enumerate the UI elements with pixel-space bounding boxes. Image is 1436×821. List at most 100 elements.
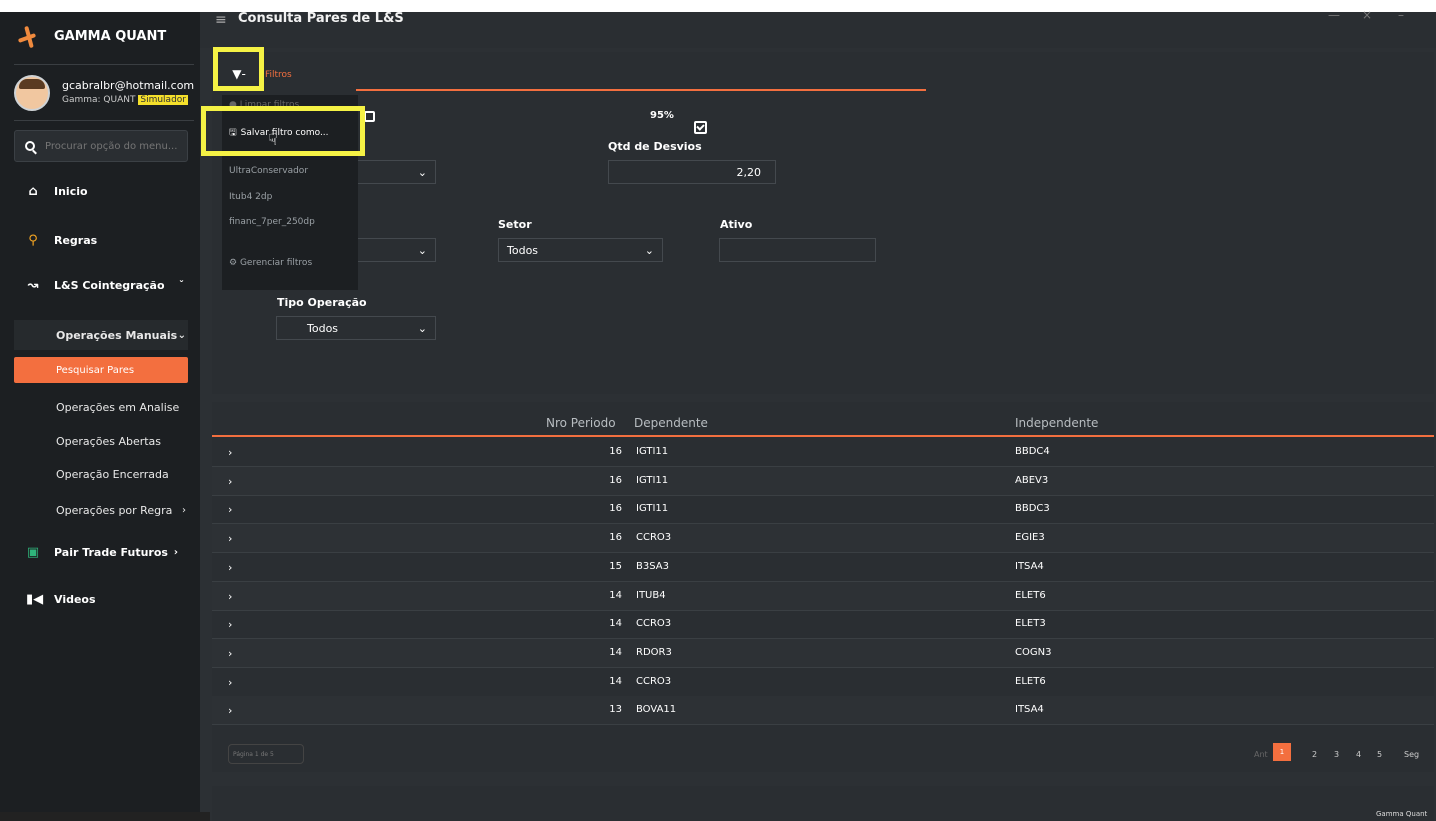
menu-search-input[interactable] [43,139,187,153]
option-checkbox[interactable] [364,111,375,122]
setor-select[interactable]: Todos ⌄ [498,238,663,262]
table-row[interactable]: › 14 ITUB4 ELET6 [212,582,1434,610]
sidebar-item-ls-cointegracao[interactable]: ↝ L&S Cointegração ˇ [26,270,196,300]
cell-periodo: 15 [609,561,622,572]
sub-item-label: Operações em Analise [56,400,180,414]
window-control-icon[interactable]: × [1362,8,1372,22]
expand-row-icon[interactable]: › [228,561,232,574]
confidence-checkbox[interactable] [694,121,707,134]
expand-row-icon[interactable]: › [228,590,232,603]
chevron-down-icon: ⌄ [177,329,186,341]
menu-search[interactable] [14,130,188,162]
dropdown-item-saved-filter[interactable]: Itub4 2dp [229,192,272,202]
column-header-periodo[interactable]: Nro Periodo [546,416,616,430]
expand-row-icon[interactable]: › [228,647,232,660]
dropdown-item-saved-filter[interactable]: UltraConservador [229,166,308,176]
user-role: Gamma: QUANT [62,95,136,105]
pagination-page[interactable]: 3 [1334,750,1339,759]
money-icon: ▣ [26,544,40,560]
expand-row-icon[interactable]: › [228,704,232,717]
table-row[interactable]: › 13 BOVA11 ITSA4 [212,696,1434,724]
expand-row-icon[interactable]: › [228,446,232,459]
tipo-operacao-label: Tipo Operação [277,296,367,309]
cell-periodo: 16 [609,446,622,457]
chevron-down-icon: ⌄ [417,165,427,179]
filter-menu-button[interactable]: ▼- [226,64,252,84]
sidebar-item-label: Videos [54,592,96,606]
qtd-desvios-label: Qtd de Desvios [608,140,702,153]
cell-independente: ITSA4 [1015,561,1044,572]
confidence-label: 95% [650,110,674,121]
user-profile[interactable]: gcabralbr@hotmail.com Gamma: QUANT Simul… [14,72,200,114]
ativo-label: Ativo [720,218,753,231]
table-row[interactable]: › 14 RDOR3 COGN3 [212,639,1434,667]
hamburger-icon[interactable]: ≡ [215,12,227,28]
tab-filtros[interactable]: Filtros [265,70,292,80]
expand-row-icon[interactable]: › [228,475,232,488]
table-row[interactable]: › 16 CCRO3 EGIE3 [212,524,1434,552]
dropdown-item-saved-filter[interactable]: financ_7per_250dp [229,217,315,227]
sidebar-sub-operacoes-manuais[interactable]: Operações Manuais ⌄ [56,322,186,348]
cell-dependente: RDOR3 [636,647,672,658]
sidebar-item-label: Pair Trade Futuros [54,545,168,559]
table-row[interactable]: › 16 IGTI11 BBDC3 [212,495,1434,523]
table-row[interactable]: › 16 IGTI11 BBDC4 [212,438,1434,466]
qtd-desvios-input[interactable]: 2,20 [608,160,776,184]
column-header-independente[interactable]: Independente [1015,416,1098,430]
gear-icon: ⚙ [229,258,238,268]
sidebar-sub-pesquisar-pares[interactable]: Pesquisar Pares [14,357,188,383]
pagination-page[interactable]: 4 [1356,750,1361,759]
cell-independente: ABEV3 [1015,475,1049,486]
pagination-next[interactable]: Seg [1404,750,1419,759]
window-control-icon[interactable]: – [1398,8,1404,22]
column-header-dependente[interactable]: Dependente [634,416,708,430]
cell-independente: ELET6 [1015,590,1046,601]
brand[interactable]: GAMMA QUANT [16,22,196,50]
table-row[interactable]: › 15 B3SA3 ITSA4 [212,553,1434,581]
cell-dependente: IGTI11 [636,446,669,457]
page-number: 1 [1279,748,1285,756]
sidebar-sub-operacoes-analise[interactable]: Operações em Analise [56,394,186,420]
pagination-prev[interactable]: Ant [1254,750,1268,759]
mode-badge: Simulador [138,95,188,105]
cell-periodo: 13 [609,704,622,715]
cell-dependente: IGTI11 [636,475,669,486]
row-divider [212,724,1434,725]
cell-dependente: CCRO3 [636,618,672,629]
footer-brand: Gamma Quant [1376,810,1428,818]
sidebar-item-videos[interactable]: ▮◀ Videos [26,584,196,614]
expand-row-icon[interactable]: › [228,503,232,516]
table-row[interactable]: › 14 CCRO3 ELET6 [212,668,1434,696]
qtd-desvios-value: 2,20 [736,165,762,179]
chevron-down-icon: ˇ [179,279,184,291]
expand-row-icon[interactable]: › [228,676,232,689]
pagination-page[interactable]: 1 [1273,743,1291,761]
dropdown-item-gerenciar[interactable]: ⚙ Gerenciar filtros [229,258,312,268]
sub-item-label: Operações Manuais [56,328,178,342]
hand-cursor-icon: ☟ [268,130,278,149]
table-row[interactable]: › 16 IGTI11 ABEV3 [212,467,1434,495]
tipo-operacao-select[interactable]: Todos ⌄ [276,316,436,340]
sidebar-item-inicio[interactable]: ⌂ Inicio [26,176,196,206]
sidebar-item-pair-trade-futuros[interactable]: ▣ Pair Trade Futuros › [26,537,196,567]
window-control-icon[interactable]: — [1328,8,1340,22]
expand-row-icon[interactable]: › [228,532,232,545]
sub-item-label: Operação Encerrada [56,467,169,481]
sidebar-sub-operacoes-abertas[interactable]: Operações Abertas [56,428,186,454]
page-title: Consulta Pares de L&S [238,11,404,26]
ativo-input[interactable] [719,238,876,262]
cell-periodo: 14 [609,590,622,601]
table-row[interactable]: › 14 CCRO3 ELET3 [212,610,1434,638]
cell-independente: COGN3 [1015,647,1052,658]
cell-dependente: B3SA3 [636,561,669,572]
cell-periodo: 16 [609,503,622,514]
pagination-page[interactable]: 2 [1312,750,1317,759]
chevron-down-icon: ⌄ [417,243,427,257]
sidebar-item-regras[interactable]: ⚲ Regras [26,225,196,255]
divider [14,64,194,65]
sidebar-sub-operacoes-regra[interactable]: Operações por Regra › [56,497,186,523]
sidebar-sub-operacao-encerrada[interactable]: Operação Encerrada [56,461,186,487]
divider [14,120,194,121]
expand-row-icon[interactable]: › [228,618,232,631]
pagination-page[interactable]: 5 [1377,750,1382,759]
